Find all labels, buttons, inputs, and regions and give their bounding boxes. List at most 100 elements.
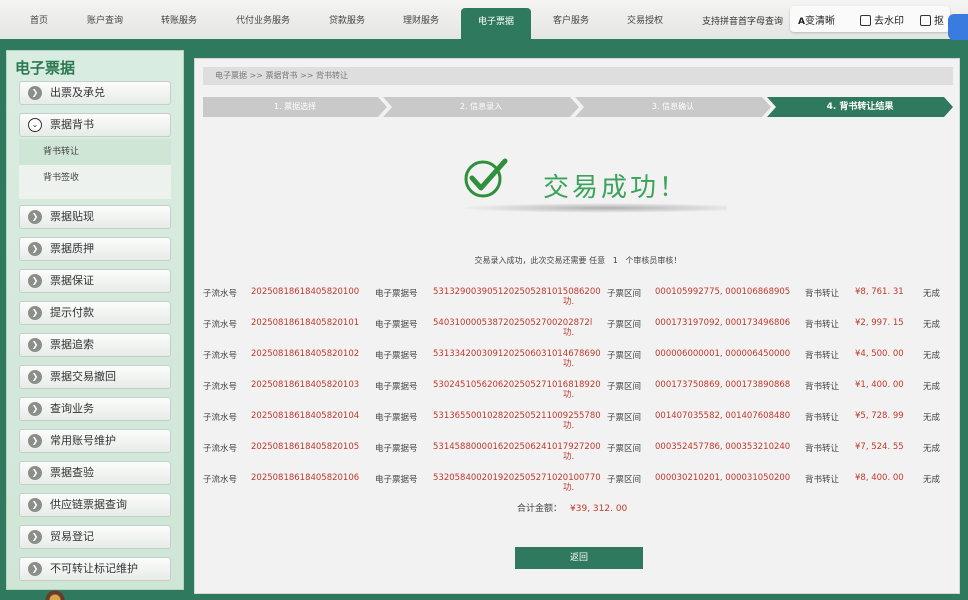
sidebar-sub-endorse-sign[interactable]: 背书签收 xyxy=(19,165,171,191)
result-message: 交易录入成功，此次交易还需要 任意 1 个审核员审核！ xyxy=(474,256,682,265)
range-value: 000352457786, 000353210240 xyxy=(655,442,791,452)
breadcrumb: 电子票据 >> 票据背书 >> 背书转让 xyxy=(203,67,953,85)
serial-value: 20250818618405820102 xyxy=(251,349,360,359)
sidebar-item-query[interactable]: ❯ 查询业务 xyxy=(19,397,171,421)
float-assistant-icon[interactable] xyxy=(948,14,968,40)
nav-tab-loan[interactable]: 贷款服务 xyxy=(314,8,380,34)
nav-tab-customer-service[interactable]: 客户服务 xyxy=(538,8,604,34)
total-label: 合计金额： xyxy=(517,504,563,514)
bill-label: 电子票据号 xyxy=(375,444,418,454)
sidebar: 电子票据 ❯ 出票及承兑 ⌄ 票据背书 背书转让 背书签收 ❯ 票据贴现 ❯ 票据质押 … xyxy=(6,50,184,590)
amount-value: ¥8, 400. 00 xyxy=(855,473,904,483)
serial-label: 子流水号 xyxy=(203,475,238,485)
nav-tab-wealth[interactable]: 理财服务 xyxy=(388,8,454,34)
status-label: 无成 xyxy=(923,289,941,299)
amount-value: ¥1, 400. 00 xyxy=(855,380,904,390)
sidebar-item-supply-chain[interactable]: ❯ 供应链票据查询 xyxy=(19,493,171,517)
bill-value: 5320584002019202505271020100770 功. xyxy=(433,473,601,493)
bill-label: 电子票据号 xyxy=(375,320,418,330)
status-label: 无成 xyxy=(923,351,941,361)
chevron-right-icon: ❯ xyxy=(28,498,42,512)
step-1: 1. 票据选择 xyxy=(203,97,387,117)
status-label: 无成 xyxy=(923,382,941,392)
nav-search-box[interactable]: 支持拼音首字母查询 xyxy=(702,14,790,30)
status-label: 无成 xyxy=(923,320,941,330)
chevron-right-icon: ❯ xyxy=(28,210,42,224)
sidebar-item-withdraw[interactable]: ❯ 票据交易撤回 xyxy=(19,365,171,389)
extension-toolbar: A变清晰 去水印 抠 xyxy=(790,6,950,32)
bill-value: 5313655001028202505211009255780 功. xyxy=(433,411,601,431)
type-label: 背书转让 xyxy=(805,351,840,361)
nav-tab-account-query[interactable]: 账户查询 xyxy=(72,8,138,34)
serial-label: 子流水号 xyxy=(203,444,238,454)
range-value: 000006000001, 000006450000 xyxy=(655,349,791,359)
serial-value: 20250818618405820106 xyxy=(251,473,360,483)
table-row: 子流水号 20250818618405820105 电子票据号 53145880000… xyxy=(203,436,955,467)
bill-label: 电子票据号 xyxy=(375,351,418,361)
back-button[interactable]: 返回 xyxy=(515,547,643,569)
nav-tab-e-bill[interactable]: 电子票据 xyxy=(461,8,531,42)
ext-cutout-button[interactable]: 抠 xyxy=(920,12,944,27)
sidebar-item-recourse[interactable]: ❯ 票据追索 xyxy=(19,333,171,357)
chevron-down-icon: ⌄ xyxy=(28,118,42,132)
sidebar-item-trade-register[interactable]: ❯ 贸易登记 xyxy=(19,525,171,549)
bill-value: 5313342003091202506031014678690 功. xyxy=(433,349,601,369)
sidebar-sub-endorse-transfer[interactable]: 背书转让 xyxy=(19,139,171,165)
sidebar-item-pledge[interactable]: ❯ 票据质押 xyxy=(19,237,171,261)
range-label: 子票区间 xyxy=(607,444,642,454)
ext-enhance-button[interactable]: A变清晰 xyxy=(798,12,835,27)
sidebar-item-verify[interactable]: ❯ 票据查验 xyxy=(19,461,171,485)
status-label: 无成 xyxy=(923,475,941,485)
sidebar-item-payment-prompt[interactable]: ❯ 提示付款 xyxy=(19,301,171,325)
step-progress: 1. 票据选择 2. 信息录入 3. 信息确认 4. 背书转让结果 xyxy=(203,97,953,117)
bill-value: 5302451056206202505271016818920 功. xyxy=(433,380,601,400)
ext-watermark-button[interactable]: 去水印 xyxy=(860,12,904,27)
chevron-right-icon: ❯ xyxy=(28,466,42,480)
type-label: 背书转让 xyxy=(805,289,840,299)
type-label: 背书转让 xyxy=(805,413,840,423)
step-2: 2. 信息录入 xyxy=(383,97,579,117)
sidebar-item-guarantee[interactable]: ❯ 票据保证 xyxy=(19,269,171,293)
amount-value: ¥4, 500. 00 xyxy=(855,349,904,359)
sidebar-item-issue-accept[interactable]: ❯ 出票及承兑 xyxy=(19,81,171,105)
range-label: 子票区间 xyxy=(607,289,642,299)
nav-tab-authorization[interactable]: 交易授权 xyxy=(612,8,678,34)
amount-value: ¥7, 524. 55 xyxy=(855,442,904,452)
bill-label: 电子票据号 xyxy=(375,475,418,485)
amount-value: ¥5, 728. 99 xyxy=(855,411,904,421)
chevron-right-icon: ❯ xyxy=(28,434,42,448)
total-amount: 合计金额： ¥39, 312. 00 xyxy=(517,501,627,514)
step-4: 4. 背书转让结果 xyxy=(767,97,953,117)
range-value: 000173750869, 000173890868 xyxy=(655,380,791,390)
type-label: 背书转让 xyxy=(805,320,840,330)
serial-value: 20250818618405820100 xyxy=(251,287,360,297)
nav-tab-home[interactable]: 首页 xyxy=(14,8,64,34)
serial-label: 子流水号 xyxy=(203,320,238,330)
decorative-flower-icon xyxy=(30,586,80,600)
bill-value: 54031000053872025052700202872l 功. xyxy=(433,318,593,338)
table-row: 子流水号 20250818618405820104 电子票据号 53136550010… xyxy=(203,405,955,436)
range-value: 001407035582, 001407608480 xyxy=(655,411,791,421)
range-label: 子票区间 xyxy=(607,382,642,392)
nav-tab-payment-agency[interactable]: 代付业务服务 xyxy=(220,8,306,34)
chevron-right-icon: ❯ xyxy=(28,338,42,352)
top-nav: 首页 账户查询 转账服务 代付业务服务 贷款服务 理财服务 电子票据 客户服务 … xyxy=(0,0,968,42)
sidebar-item-endorse[interactable]: ⌄ 票据背书 xyxy=(19,113,171,137)
chevron-right-icon: ❯ xyxy=(28,306,42,320)
status-label: 无成 xyxy=(923,444,941,454)
bill-value: 5313290039051202505281015086200 功. xyxy=(433,287,601,307)
chevron-right-icon: ❯ xyxy=(28,562,42,576)
sidebar-item-non-transfer[interactable]: ❯ 不可转让标记维护 xyxy=(19,557,171,581)
nav-tab-transfer[interactable]: 转账服务 xyxy=(146,8,212,34)
type-label: 背书转让 xyxy=(805,444,840,454)
sidebar-item-discount[interactable]: ❯ 票据贴现 xyxy=(19,205,171,229)
bill-label: 电子票据号 xyxy=(375,382,418,392)
sidebar-item-account-maintain[interactable]: ❯ 常用账号维护 xyxy=(19,429,171,453)
table-row: 子流水号 20250818618405820100 电子票据号 53132900390… xyxy=(203,281,955,312)
table-row: 子流水号 20250818618405820103 电子票据号 53024510562… xyxy=(203,374,955,405)
table-row: 子流水号 20250818618405820106 电子票据号 53205840020… xyxy=(203,467,955,498)
serial-label: 子流水号 xyxy=(203,382,238,392)
bill-value: 5314588000016202506241017927200 功. xyxy=(433,442,601,462)
chevron-right-icon: ❯ xyxy=(28,370,42,384)
serial-label: 子流水号 xyxy=(203,351,238,361)
